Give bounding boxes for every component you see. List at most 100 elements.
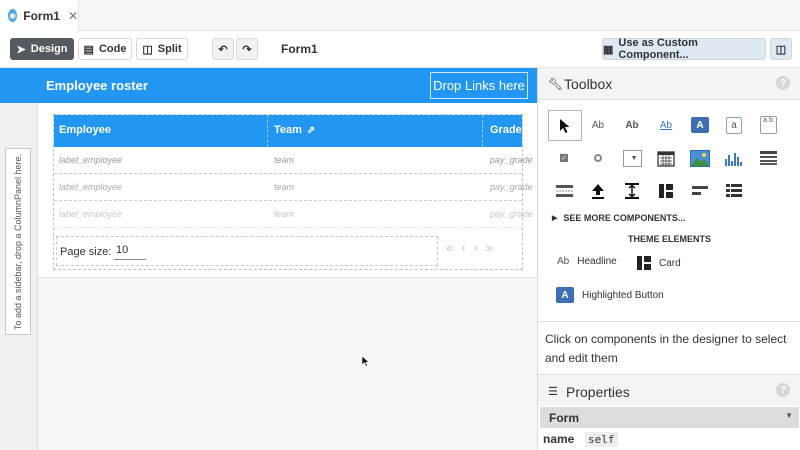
name-property-label: name [543, 432, 575, 446]
cell-team: team [274, 155, 295, 165]
theme-item-headline[interactable]: Ab Headline [557, 256, 617, 267]
textbox-tool[interactable]: a [719, 110, 749, 140]
designer-toolbar: ➤ Design ▤ Code ◫ Split ↶ ↷ ▦ Use as Cus… [0, 31, 800, 68]
theme-item-highlighted-button[interactable]: A Highlighted Button [556, 287, 664, 303]
design-button[interactable]: ➤ Design [10, 38, 74, 60]
redo-button[interactable]: ↷ [236, 38, 258, 60]
flowpanel-tool[interactable] [685, 176, 715, 206]
tab-label: Form1 [23, 8, 60, 23]
component-selector[interactable]: Form ▼ [540, 407, 799, 428]
page-size-label: Page size: [60, 246, 112, 258]
image-icon [690, 149, 710, 167]
label-tool[interactable]: Ab [583, 110, 613, 140]
properties-title: Properties [566, 384, 630, 400]
card-icon [637, 256, 651, 270]
flow-panel-icon [692, 186, 708, 195]
column-header-grade[interactable]: Grade [490, 124, 522, 136]
wrench-icon: 🔧︎ [548, 77, 564, 91]
image-tool[interactable] [685, 143, 715, 173]
help-icon[interactable]: ? [776, 76, 790, 90]
button-icon: A [691, 117, 709, 133]
selection-hint: Click on components in the designer to s… [545, 332, 787, 365]
content-panel: Employee Team ⇗ Grade label_employee tea… [38, 103, 537, 278]
table-row[interactable]: label_employee team pay_grade [54, 147, 533, 174]
fileloader-tool[interactable] [583, 176, 613, 206]
table-row[interactable]: label_employee team pay_grade [54, 201, 533, 228]
repeating-panel-icon [726, 184, 742, 197]
external-link-icon: ⇗ [306, 124, 316, 136]
timer-tool[interactable] [617, 176, 647, 206]
cell-employee: label_employee [59, 209, 123, 219]
sidebar-drop-zone[interactable]: To add a sidebar, drop a ColumnPanel her… [5, 148, 31, 335]
textarea-icon: a b [759, 116, 777, 134]
use-as-custom-component-button[interactable]: ▦ Use as Custom Component... [602, 37, 766, 61]
sliders-icon: ☰ [548, 386, 558, 398]
column-header-team[interactable]: Team ⇗ [274, 124, 315, 136]
tab-form1[interactable]: ◉ Form1 ✕ [0, 0, 79, 31]
table-row[interactable]: label_employee team pay_grade [54, 174, 533, 201]
radio-icon [594, 154, 602, 162]
bold-label-icon: Ab [625, 119, 639, 131]
link-tool[interactable]: Ab [651, 110, 681, 140]
columnpanel-tool[interactable] [651, 176, 681, 206]
headline-icon: Ab [557, 256, 570, 267]
repeating-panel-tool[interactable] [719, 176, 749, 206]
checkbox-tool[interactable]: ✓ [549, 143, 579, 173]
split-view-icon: ◫ [142, 43, 153, 56]
sidebar-strip: To add a sidebar, drop a ColumnPanel her… [0, 103, 38, 450]
previous-page-icon[interactable]: ‹ [461, 240, 465, 255]
plot-tool[interactable] [719, 143, 749, 173]
column-panel-icon [659, 184, 673, 198]
mouse-cursor-icon [362, 356, 370, 367]
custom-component-icon: ▦ [603, 43, 614, 56]
cell-grade: pay_grade [490, 182, 533, 192]
right-panel: 🔧︎ Toolbox ? Ab Ab Ab A a a b ✓ ▼ ▶ SEE … [537, 68, 800, 450]
undo-button[interactable]: ↶ [212, 38, 234, 60]
form-title: Form1 [281, 42, 318, 56]
radio-tool[interactable] [583, 143, 613, 173]
tab-bar: ◉ Form1 ✕ [0, 0, 800, 31]
see-more-components-link[interactable]: ▶ SEE MORE COMPONENTS... [552, 213, 685, 223]
close-icon[interactable]: ✕ [68, 9, 78, 23]
code-button[interactable]: ▤ Code [78, 38, 132, 60]
textarea-tool[interactable]: a b [753, 110, 783, 140]
panel-layout-icon: ◫ [775, 43, 787, 56]
next-page-icon[interactable]: › [474, 240, 478, 255]
bold-label-tool[interactable]: Ab [617, 110, 647, 140]
designer-canvas[interactable]: Employee roster Drop Links here To add a… [0, 68, 537, 450]
code-file-icon: ▤ [83, 43, 94, 56]
highlighted-button-icon: A [556, 287, 574, 303]
pager-navigation: « ‹ › » [446, 240, 493, 255]
spacer-icon [555, 185, 573, 197]
drop-links-zone[interactable]: Drop Links here [430, 72, 528, 99]
dropdown-tool[interactable]: ▼ [617, 143, 647, 173]
cell-employee: label_employee [59, 182, 123, 192]
panel-toggle-button[interactable]: ◫ [770, 38, 792, 60]
name-property-value[interactable]: self [585, 432, 618, 447]
vertical-spacer-icon [625, 183, 639, 199]
toolbox-title: Toolbox [564, 76, 613, 92]
first-page-icon[interactable]: « [446, 240, 453, 255]
column-header-employee[interactable]: Employee [59, 124, 111, 136]
caret-down-icon: ▼ [785, 411, 793, 420]
pointer-tool[interactable] [548, 110, 582, 141]
last-page-icon[interactable]: » [486, 240, 493, 255]
custom-component-label: Use as Custom Component... [618, 37, 698, 61]
component-name: Form [549, 411, 579, 425]
help-icon[interactable]: ? [776, 383, 790, 397]
grid-header: Employee Team ⇗ Grade [54, 115, 522, 147]
upload-icon [592, 183, 604, 199]
spacer-tool[interactable] [549, 176, 579, 206]
datepicker-tool[interactable] [651, 143, 681, 173]
textbox-icon: a [726, 116, 742, 134]
split-button[interactable]: ◫ Split [136, 38, 188, 60]
app-title[interactable]: Employee roster [46, 78, 148, 93]
theme-item-card[interactable]: Card [637, 256, 681, 270]
bar-chart-icon [725, 152, 742, 166]
datagrid-tool[interactable] [753, 143, 783, 173]
checkbox-icon: ✓ [560, 154, 568, 162]
data-grid[interactable]: Employee Team ⇗ Grade label_employee tea… [53, 114, 533, 270]
page-size-input[interactable]: 10 [114, 242, 146, 260]
button-tool[interactable]: A [685, 110, 715, 140]
form-icon: ◉ [8, 9, 18, 22]
